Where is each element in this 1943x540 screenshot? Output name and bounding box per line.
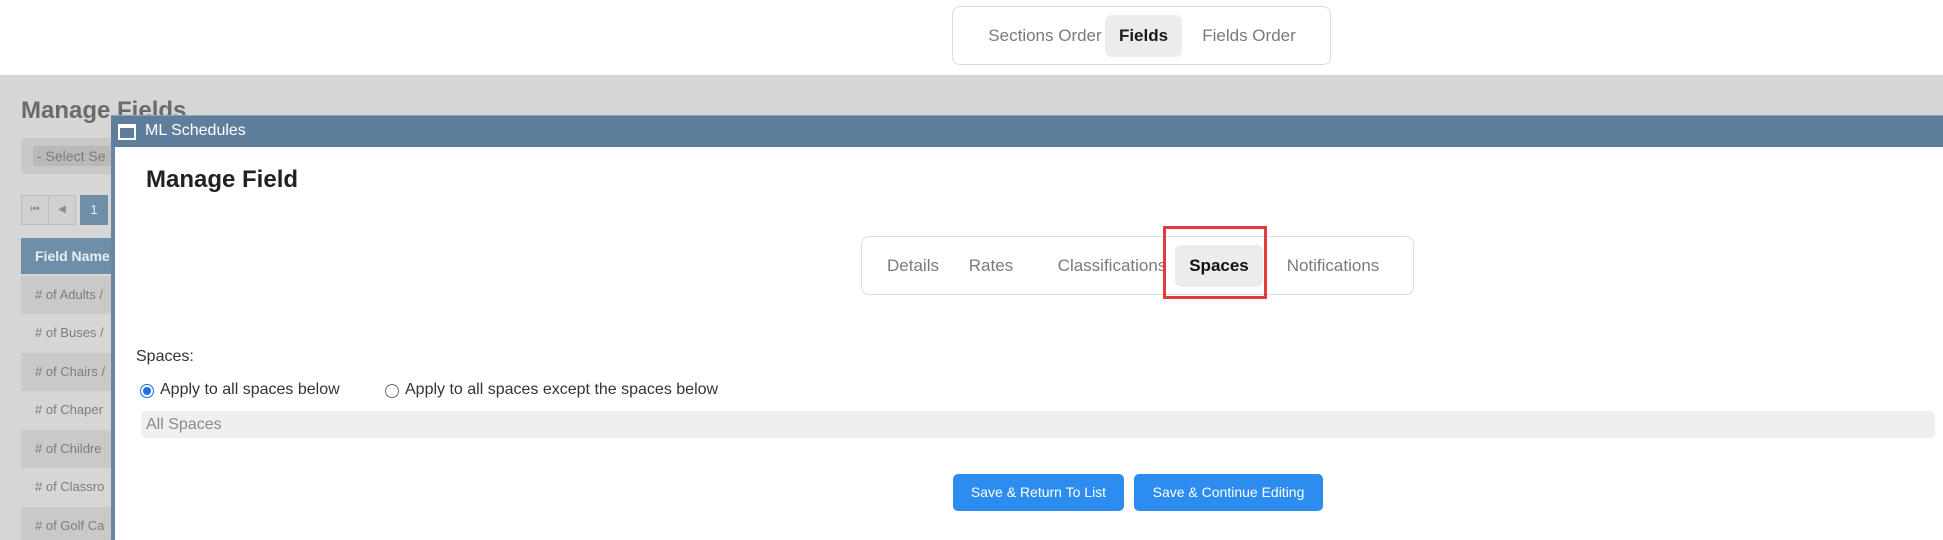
- window-icon: [118, 124, 136, 140]
- radio-apply-except[interactable]: [385, 384, 399, 398]
- manage-field-heading: Manage Field: [146, 166, 299, 193]
- save-return-button[interactable]: Save & Return To List: [953, 474, 1124, 511]
- table-header-field-name[interactable]: Field Name: [21, 238, 121, 274]
- table-row[interactable]: # of Golf Ca: [21, 507, 121, 540]
- tab-fields-order[interactable]: Fields Order: [1187, 15, 1311, 57]
- tab-notifications[interactable]: Notifications: [1267, 245, 1399, 287]
- radio-apply-except-label[interactable]: Apply to all spaces except the spaces be…: [405, 381, 718, 399]
- table-row[interactable]: # of Buses /: [21, 314, 121, 352]
- radio-apply-all-label[interactable]: Apply to all spaces below: [160, 381, 340, 399]
- section-select[interactable]: - Select Se: [21, 138, 121, 174]
- tab-rates[interactable]: Rates: [958, 245, 1024, 287]
- spaces-selector[interactable]: All Spaces: [141, 411, 1935, 438]
- prev-page-button[interactable]: ◀: [48, 195, 76, 225]
- manage-field-modal: ML Schedules Manage Field Details Rates …: [111, 115, 1943, 540]
- tab-details[interactable]: Details: [874, 245, 952, 287]
- table-row[interactable]: # of Adults /: [21, 276, 121, 314]
- modal-border: [111, 147, 115, 540]
- top-bar: Sections Order Fields Fields Order: [0, 0, 1943, 75]
- modal-title: ML Schedules: [145, 122, 246, 139]
- first-page-button[interactable]: ⏮: [21, 195, 49, 225]
- tab-sections-order[interactable]: Sections Order: [965, 15, 1125, 57]
- table-row[interactable]: # of Chaper: [21, 391, 121, 429]
- tab-fields[interactable]: Fields: [1105, 15, 1182, 57]
- field-tabs: Details Rates Classifications Spaces Not…: [861, 236, 1414, 295]
- section-select-value: - Select Se: [33, 146, 121, 166]
- spaces-label: Spaces:: [136, 348, 194, 365]
- page-1-button[interactable]: 1: [80, 195, 108, 225]
- radio-apply-all[interactable]: [140, 384, 154, 398]
- table-row[interactable]: # of Classro: [21, 468, 121, 506]
- top-tabs: Sections Order Fields Fields Order: [952, 6, 1331, 65]
- save-continue-button[interactable]: Save & Continue Editing: [1134, 474, 1323, 511]
- highlight-box: [1163, 226, 1267, 299]
- modal-titlebar[interactable]: ML Schedules: [111, 115, 1943, 147]
- table-row[interactable]: # of Childre: [21, 430, 121, 468]
- table-row[interactable]: # of Chairs /: [21, 353, 121, 391]
